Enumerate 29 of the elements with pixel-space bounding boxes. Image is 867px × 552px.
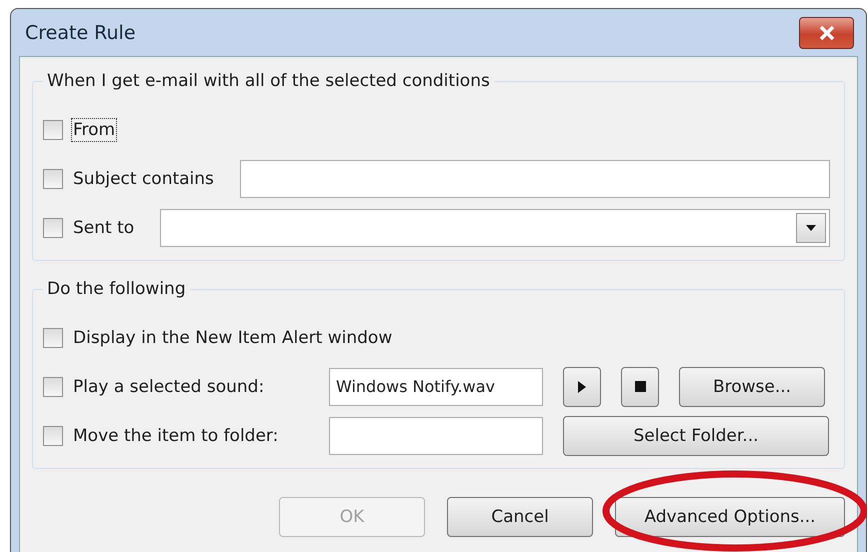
group-label: When I get e-mail with all of the selected conditions [47, 71, 490, 91]
checkbox-label: Subject contains [72, 168, 215, 190]
dialog-button[interactable]: Advanced Options... [615, 497, 845, 537]
dropdown-button[interactable] [796, 212, 826, 242]
caret-icon [805, 224, 817, 232]
checkbox-label: Sent to [72, 216, 136, 240]
close-button[interactable] [799, 16, 854, 48]
checkbox-label: Play a selected sound: [72, 376, 266, 398]
window-title: Create Rule [25, 22, 136, 44]
select-folder-button[interactable]: Select Folder... [563, 416, 829, 456]
checkbox[interactable] [43, 328, 63, 348]
play-icon [577, 380, 587, 394]
browse-button[interactable]: Browse... [679, 366, 825, 406]
checkbox[interactable] [43, 168, 63, 188]
checkbox[interactable] [43, 376, 63, 396]
dialog-button[interactable]: Cancel [447, 497, 593, 537]
text-field[interactable] [240, 160, 830, 198]
checkbox-label: From [71, 118, 118, 142]
checkbox-label: Move the item to folder: [72, 424, 280, 448]
stop-button[interactable] [621, 366, 659, 406]
checkbox[interactable] [43, 120, 63, 140]
checkbox[interactable] [43, 426, 63, 446]
folder-field[interactable] [329, 416, 543, 454]
sound-field[interactable]: Windows Notify.wav [329, 368, 543, 406]
play-button[interactable] [563, 366, 601, 406]
checkbox-label: Display in the New Item Alert window [72, 326, 394, 350]
stop-icon [634, 381, 646, 392]
group-label: Do the following [47, 279, 186, 299]
checkbox[interactable] [43, 218, 63, 238]
